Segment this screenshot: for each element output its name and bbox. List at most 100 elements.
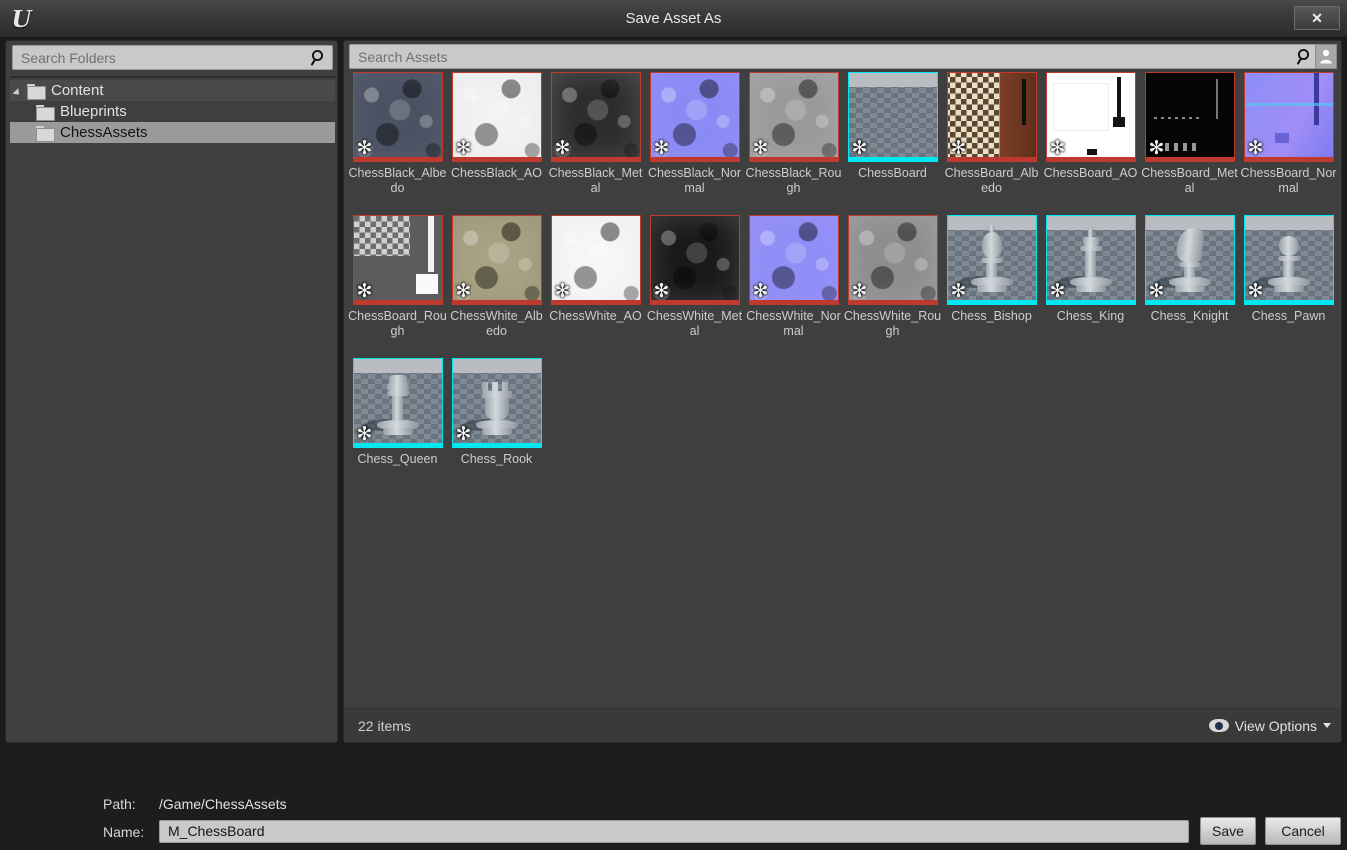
gear-icon: ✻ xyxy=(653,136,670,159)
asset-item[interactable]: ✻ ChessBoard_Metal xyxy=(1140,72,1239,196)
name-row: Name: M_ChessBoard xyxy=(103,820,1189,843)
asset-item[interactable]: ✻ Chess_Bishop xyxy=(942,215,1041,324)
gear-icon: ✻ xyxy=(1247,279,1264,302)
asset-item[interactable]: ✻ ChessBoard_Normal xyxy=(1239,72,1338,196)
asset-label: Chess_Bishop xyxy=(951,309,1032,323)
asset-thumbnail[interactable]: ✻ xyxy=(550,72,641,162)
asset-item[interactable]: ✻ ChessWhite_Metal xyxy=(645,215,744,339)
asset-label: ChessWhite_Rough xyxy=(843,309,942,338)
asset-type-color-bar xyxy=(1244,300,1333,304)
asset-label: ChessBoard_Normal xyxy=(1240,166,1337,195)
asset-thumbnail[interactable]: ✻ xyxy=(352,215,443,305)
asset-thumbnail[interactable]: ✻ xyxy=(748,72,839,162)
asset-thumbnail[interactable]: ✻ xyxy=(451,358,542,448)
gear-icon: ✻ xyxy=(356,422,373,445)
asset-thumbnail[interactable]: ✻ xyxy=(352,72,443,162)
asset-search-input[interactable]: Search Assets xyxy=(350,49,1293,65)
person-filter-icon[interactable] xyxy=(1315,44,1337,69)
asset-thumbnail[interactable]: ✻ xyxy=(451,72,542,162)
path-value: /Game/ChessAssets xyxy=(159,796,287,812)
asset-item[interactable]: ✻ ChessBlack_Normal xyxy=(645,72,744,196)
asset-thumbnail[interactable]: ✻ xyxy=(748,215,839,305)
asset-thumbnail[interactable]: ✻ xyxy=(847,215,938,305)
asset-type-color-bar xyxy=(1244,157,1333,161)
gear-icon: ✻ xyxy=(455,422,472,445)
asset-panel: Search Assets ✻ ChessBlack_Albedo ✻ ChessBl… xyxy=(343,40,1342,743)
close-icon[interactable]: ✕ xyxy=(1294,6,1340,30)
asset-item[interactable]: ✻ ChessBoard_AO xyxy=(1041,72,1140,181)
view-options-button[interactable]: View Options xyxy=(1208,718,1331,734)
asset-item[interactable]: ✻ ChessWhite_AO xyxy=(546,215,645,324)
gear-icon: ✻ xyxy=(851,279,868,302)
asset-label: Chess_Pawn xyxy=(1251,309,1326,323)
asset-item[interactable]: ✻ ChessWhite_Rough xyxy=(843,215,942,339)
asset-item[interactable]: ✻ ChessBlack_Metal xyxy=(546,72,645,196)
asset-label: ChessBoard_Rough xyxy=(348,309,447,338)
gear-icon: ✻ xyxy=(653,279,670,302)
asset-item[interactable]: ✻ Chess_Pawn xyxy=(1239,215,1338,324)
asset-type-color-bar xyxy=(1145,300,1234,304)
save-asset-as-dialog: U Save Asset As ✕ Search Folders Content… xyxy=(0,0,1347,850)
asset-label: ChessBoard xyxy=(858,166,927,180)
gear-icon: ✻ xyxy=(1049,279,1066,302)
folder-search-box[interactable]: Search Folders xyxy=(12,45,333,70)
asset-thumbnail[interactable]: ✻ xyxy=(1045,72,1136,162)
asset-item[interactable]: ✻ Chess_Rook xyxy=(447,358,546,467)
asset-thumbnail[interactable]: ✻ xyxy=(1243,215,1334,305)
asset-thumbnail[interactable]: ✻ xyxy=(1144,72,1235,162)
asset-label: ChessBlack_Normal xyxy=(647,166,742,195)
footer-form: Path: /Game/ChessAssets Name: M_ChessBoa… xyxy=(0,748,1347,850)
asset-item[interactable]: ✻ ChessWhite_Normal xyxy=(744,215,843,339)
asset-type-color-bar xyxy=(848,300,937,304)
asset-thumbnail[interactable]: ✻ xyxy=(946,215,1037,305)
asset-thumbnail[interactable]: ✻ xyxy=(649,215,740,305)
asset-item[interactable]: ✻ ChessBoard_Rough xyxy=(348,215,447,339)
folder-icon xyxy=(36,125,55,142)
asset-item[interactable]: ✻ ChessBoard xyxy=(843,72,942,181)
asset-search-box[interactable]: Search Assets xyxy=(349,44,1319,69)
gear-icon: ✻ xyxy=(1247,136,1264,159)
asset-item[interactable]: ✻ ChessWhite_Albedo xyxy=(447,215,546,339)
expand-triangle-icon[interactable] xyxy=(14,85,26,97)
asset-thumbnail[interactable]: ✻ xyxy=(1045,215,1136,305)
asset-thumbnail[interactable]: ✻ xyxy=(847,72,938,162)
folder-tree-item-blueprints[interactable]: Blueprints xyxy=(10,101,335,122)
search-icon xyxy=(1293,46,1315,68)
asset-item[interactable]: ✻ Chess_King xyxy=(1041,215,1140,324)
name-label: Name: xyxy=(103,823,145,840)
folder-icon xyxy=(27,83,46,100)
folder-tree-item-chessassets[interactable]: ChessAssets xyxy=(10,122,335,143)
asset-label: Chess_King xyxy=(1056,309,1125,323)
asset-label: ChessWhite_Metal xyxy=(646,309,743,338)
gear-icon: ✻ xyxy=(455,279,472,302)
asset-item[interactable]: ✻ ChessBoard_Albedo xyxy=(942,72,1041,196)
asset-item[interactable]: ✻ Chess_Queen xyxy=(348,358,447,467)
asset-type-color-bar xyxy=(650,157,739,161)
asset-item[interactable]: ✻ Chess_Knight xyxy=(1140,215,1239,324)
asset-thumbnail[interactable]: ✻ xyxy=(550,215,641,305)
asset-thumbnail[interactable]: ✻ xyxy=(352,358,443,448)
asset-thumbnail[interactable]: ✻ xyxy=(946,72,1037,162)
asset-item[interactable]: ✻ ChessBlack_AO xyxy=(447,72,546,181)
gear-icon: ✻ xyxy=(356,136,373,159)
asset-item[interactable]: ✻ ChessBlack_Rough xyxy=(744,72,843,196)
asset-type-color-bar xyxy=(551,157,640,161)
asset-type-color-bar xyxy=(452,300,541,304)
folder-tree-item-content[interactable]: Content xyxy=(10,80,335,101)
gear-icon: ✻ xyxy=(1148,279,1165,302)
name-input[interactable]: M_ChessBoard xyxy=(159,820,1189,843)
asset-type-color-bar xyxy=(452,157,541,161)
asset-item[interactable]: ✻ ChessBlack_Albedo xyxy=(348,72,447,196)
folder-tree-item-label: Blueprints xyxy=(60,103,127,120)
gear-icon: ✻ xyxy=(752,136,769,159)
asset-thumbnail[interactable]: ✻ xyxy=(1243,72,1334,162)
asset-thumbnail[interactable]: ✻ xyxy=(649,72,740,162)
gear-icon: ✻ xyxy=(851,136,868,159)
folder-icon xyxy=(36,104,55,121)
asset-thumbnail[interactable]: ✻ xyxy=(451,215,542,305)
save-button[interactable]: Save xyxy=(1200,817,1256,845)
folder-search-input[interactable]: Search Folders xyxy=(13,50,307,66)
gear-icon: ✻ xyxy=(1049,136,1066,159)
asset-thumbnail[interactable]: ✻ xyxy=(1144,215,1235,305)
cancel-button[interactable]: Cancel xyxy=(1265,817,1341,845)
